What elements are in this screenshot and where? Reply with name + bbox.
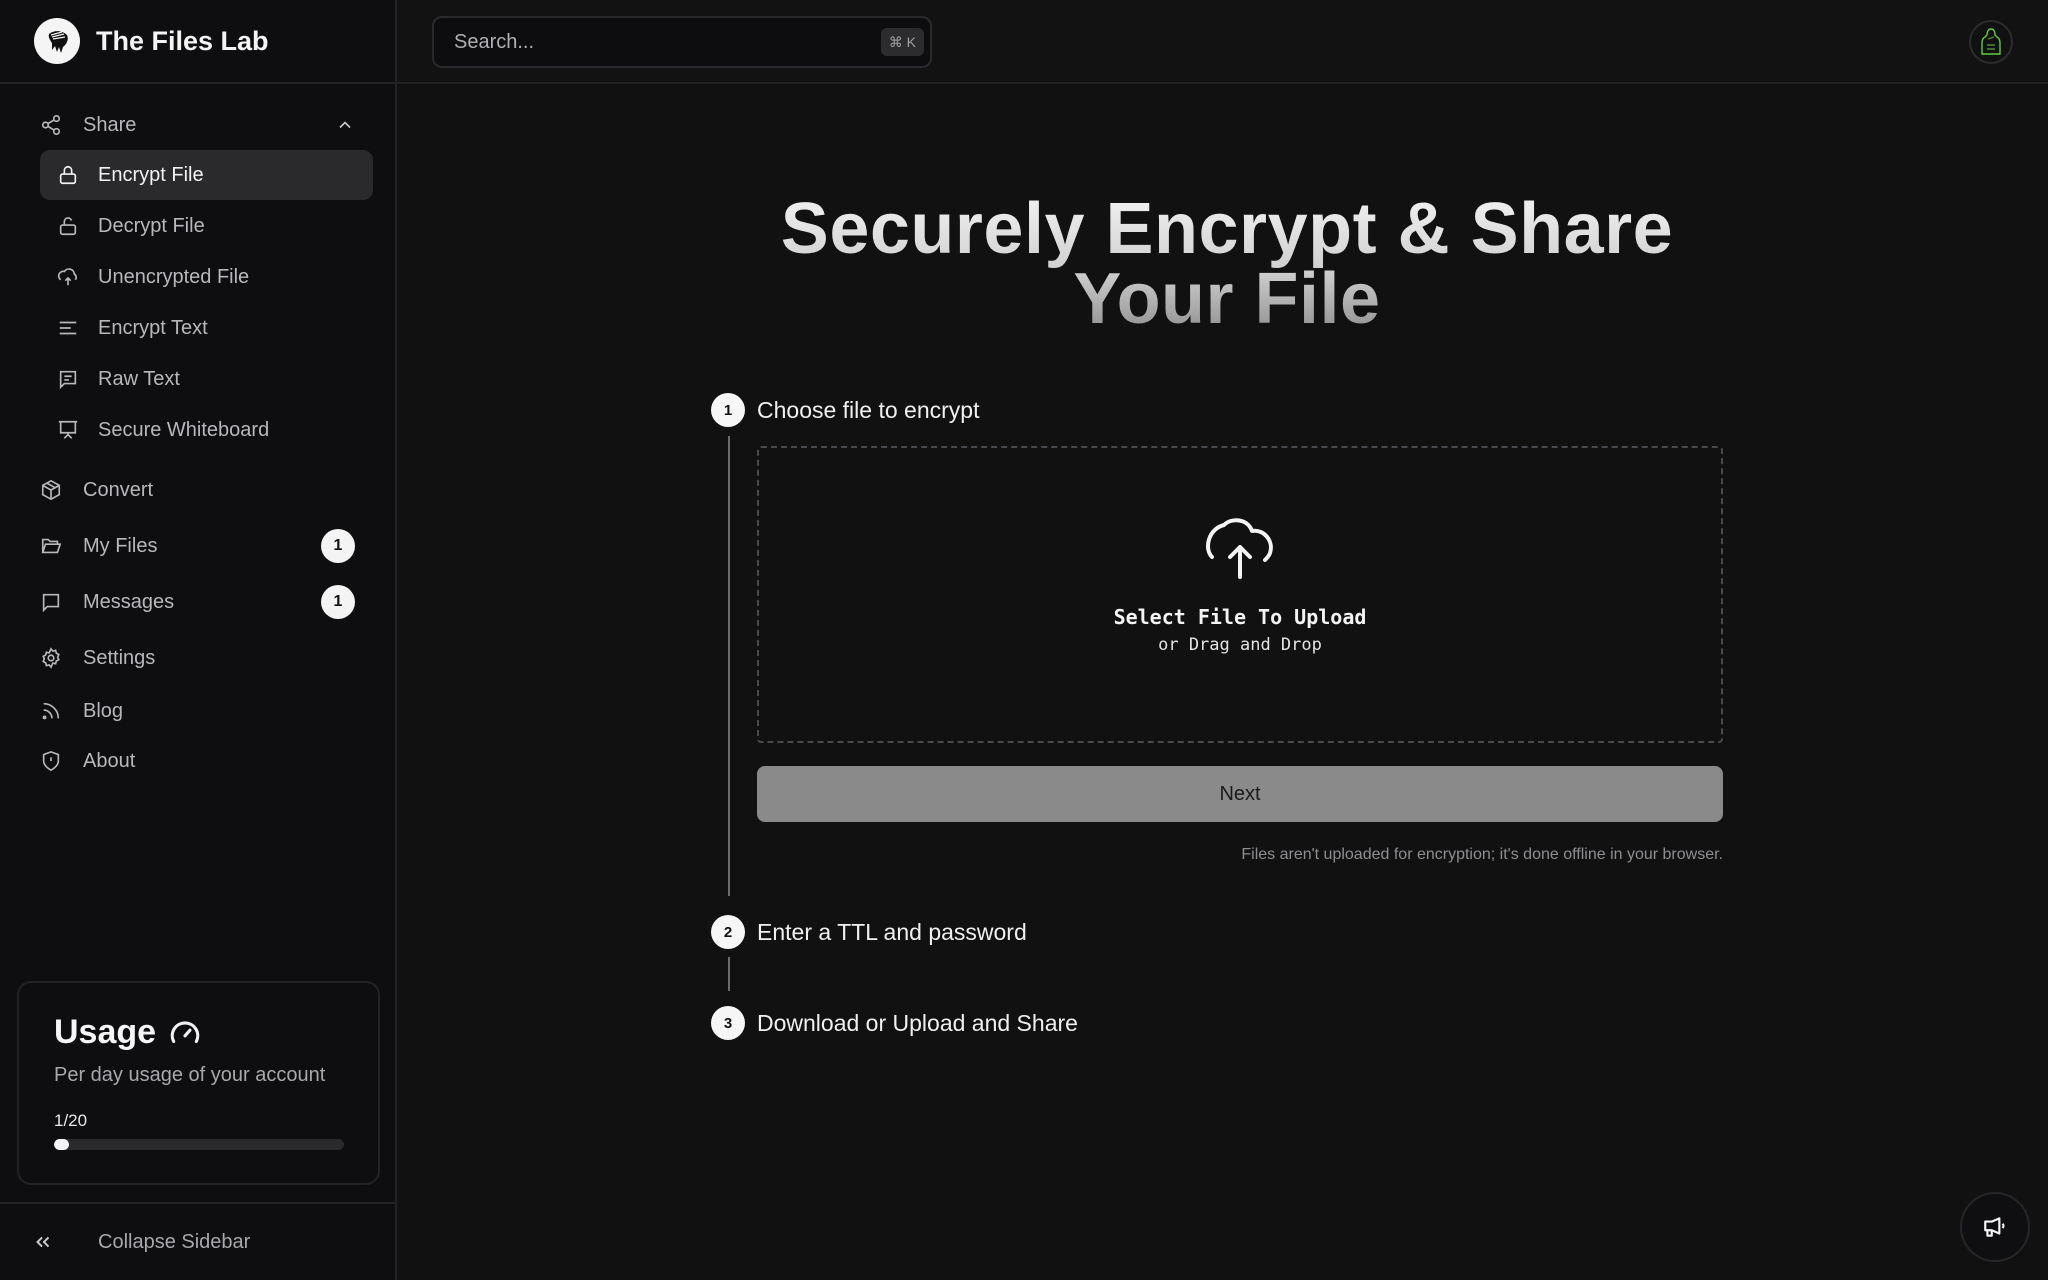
- usage-title-text: Usage: [54, 1013, 157, 1051]
- usage-count: 1/20: [54, 1111, 88, 1130]
- sidebar-nav: Share Encrypt File Decrypt File Unencryp…: [0, 84, 395, 786]
- sidebar-item-about[interactable]: About: [0, 736, 395, 786]
- sidebar-item-raw-text[interactable]: Raw Text: [40, 354, 373, 404]
- presentation-icon: [56, 418, 80, 442]
- dropzone-title: Select File To Upload: [1113, 604, 1367, 629]
- step-title: Download or Upload and Share: [757, 1009, 1078, 1036]
- step-3: 3 Download or Upload and Share: [711, 1005, 1078, 1041]
- sidebar-item-settings[interactable]: Settings: [0, 630, 395, 686]
- sidebar-item-label: Secure Whiteboard: [98, 418, 270, 441]
- share-subnav: Encrypt File Decrypt File Unencrypted Fi…: [0, 150, 395, 455]
- sidebar-item-unencrypted-file[interactable]: Unencrypted File: [40, 252, 373, 302]
- brand-logo-icon: [34, 18, 80, 64]
- sidebar-item-messages[interactable]: Messages 1: [0, 574, 395, 630]
- sidebar-item-label: About: [83, 749, 136, 772]
- brand-name: The Files Lab: [96, 25, 269, 56]
- sidebar-item-label: Raw Text: [98, 367, 180, 390]
- cloud-upload-icon: [56, 265, 80, 289]
- step-number: 1: [711, 393, 745, 427]
- topbar: ⌘ K: [397, 0, 2048, 84]
- sidebar-item-secure-whiteboard[interactable]: Secure Whiteboard: [40, 405, 373, 455]
- usage-progress-fill: [54, 1139, 69, 1150]
- sidebar-item-label: Unencrypted File: [98, 265, 250, 288]
- cloud-upload-icon: [1206, 517, 1273, 579]
- app-root: The Files Lab Share Encrypt File Decrypt…: [0, 0, 2048, 1280]
- usage-title: Usage: [54, 1013, 378, 1052]
- step-number: 2: [711, 915, 745, 949]
- search-input[interactable]: [454, 30, 881, 54]
- sidebar-group-label: Share: [83, 113, 137, 136]
- unlock-icon: [56, 214, 80, 238]
- chevron-up-icon[interactable]: [335, 115, 355, 135]
- sidebar-item-label: Convert: [83, 478, 154, 501]
- sidebar-item-encrypt-file[interactable]: Encrypt File: [40, 150, 373, 200]
- rss-icon: [39, 699, 63, 723]
- announcements-button[interactable]: [1960, 1192, 2030, 1262]
- notification-badge: 1: [321, 529, 355, 563]
- keyboard-shortcut-hint: ⌘ K: [880, 28, 924, 56]
- megaphone-icon: [1984, 1217, 2005, 1237]
- lock-icon: [56, 163, 80, 187]
- gauge-icon: [170, 1020, 200, 1043]
- text-lines-icon: [56, 316, 80, 340]
- sidebar-item-encrypt-text[interactable]: Encrypt Text: [40, 303, 373, 353]
- sidebar-item-label: Encrypt File: [98, 163, 204, 186]
- avatar-figure-icon: [1981, 28, 2001, 55]
- message-square-icon: [39, 590, 63, 614]
- sidebar-item-label: Decrypt File: [98, 214, 205, 237]
- sidebar: The Files Lab Share Encrypt File Decrypt…: [0, 0, 397, 1280]
- gear-icon: [39, 646, 63, 670]
- step-2: 2 Enter a TTL and password: [711, 914, 1027, 950]
- step-title: Choose file to encrypt: [757, 396, 980, 423]
- step-number: 3: [711, 1006, 745, 1040]
- usage-subtitle: Per day usage of your account: [54, 1064, 326, 1086]
- search-box[interactable]: ⌘ K: [432, 16, 932, 68]
- offline-note: Files aren't uploaded for encryption; it…: [1241, 846, 1723, 863]
- sidebar-item-label: Settings: [83, 646, 156, 669]
- share-icon: [39, 113, 63, 137]
- sidebar-item-label: Blog: [83, 699, 124, 722]
- notification-badge: 1: [321, 585, 355, 619]
- step-1: 1 Choose file to encrypt: [711, 392, 979, 428]
- sidebar-item-my-files[interactable]: My Files 1: [0, 518, 395, 574]
- step-connector: [728, 436, 730, 896]
- next-button[interactable]: Next: [757, 766, 1723, 822]
- collapse-sidebar-button[interactable]: Collapse Sidebar: [0, 1202, 395, 1280]
- sidebar-item-convert[interactable]: Convert: [0, 462, 395, 518]
- user-avatar[interactable]: [1969, 20, 2013, 64]
- sidebar-item-blog[interactable]: Blog: [0, 686, 395, 736]
- usage-card: Usage Per day usage of your account 1/20: [17, 981, 380, 1185]
- page-title: Securely Encrypt & Share Your File: [697, 193, 1757, 335]
- step-title: Enter a TTL and password: [757, 918, 1027, 945]
- file-dropzone[interactable]: Select File To Upload or Drag and Drop: [757, 446, 1723, 743]
- folder-open-icon: [39, 534, 63, 558]
- sidebar-item-decrypt-file[interactable]: Decrypt File: [40, 201, 373, 251]
- collapse-sidebar-label: Collapse Sidebar: [98, 1230, 251, 1253]
- dropzone-subtitle: or Drag and Drop: [1158, 634, 1322, 655]
- chevrons-left-icon: [36, 1236, 50, 1248]
- sidebar-item-label: Messages: [83, 590, 175, 613]
- usage-progress-bar: [54, 1139, 344, 1150]
- message-square-text-icon: [56, 367, 80, 391]
- brand[interactable]: The Files Lab: [0, 0, 395, 84]
- sidebar-group-share[interactable]: Share: [0, 100, 395, 150]
- step-connector: [728, 957, 730, 991]
- sidebar-item-label: Encrypt Text: [98, 316, 208, 339]
- shield-alert-icon: [39, 749, 63, 773]
- package-icon: [39, 478, 63, 502]
- sidebar-item-label: My Files: [83, 534, 158, 557]
- main-content: Securely Encrypt & Share Your File 1 Cho…: [397, 86, 2048, 1280]
